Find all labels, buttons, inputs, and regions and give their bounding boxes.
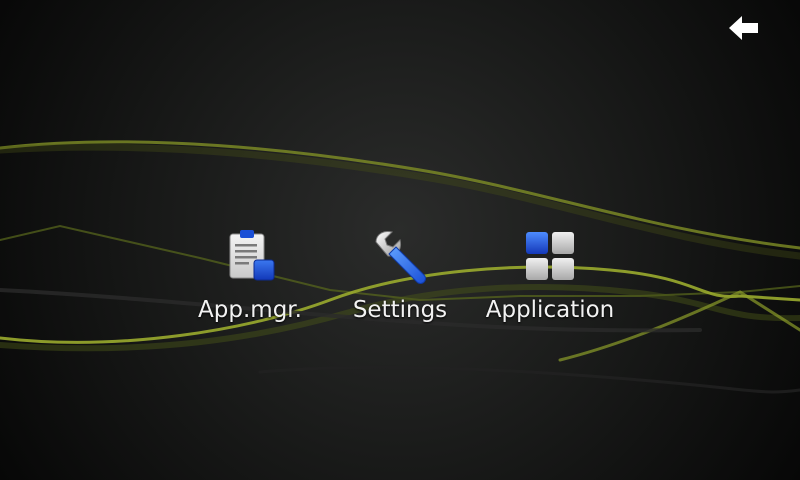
- settings-label: Settings: [352, 297, 448, 323]
- app-grid-icon: [526, 232, 574, 280]
- home-screen: App.mgr. Settings Application: [0, 0, 800, 480]
- back-arrow-icon: [729, 16, 758, 40]
- wrench-icon: [375, 231, 426, 284]
- application-label: Application: [485, 297, 615, 323]
- app-manager-label: App.mgr.: [198, 297, 302, 323]
- launcher-settings[interactable]: Settings: [340, 228, 460, 338]
- launcher-app-manager[interactable]: App.mgr.: [189, 228, 311, 338]
- launcher-application[interactable]: Application: [474, 228, 626, 338]
- clipboard-icon: [229, 230, 275, 281]
- back-button[interactable]: [722, 8, 766, 48]
